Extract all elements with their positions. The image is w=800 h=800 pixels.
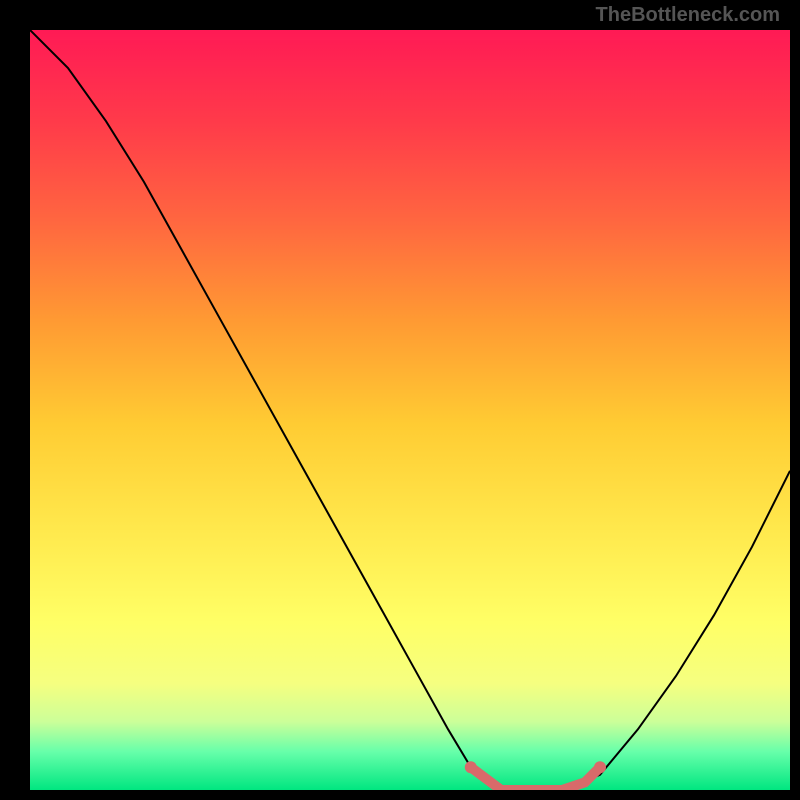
bottleneck-curve-path bbox=[30, 30, 790, 790]
chart-plot-area bbox=[30, 30, 790, 790]
chart-svg bbox=[30, 30, 790, 790]
minimum-segment-start-dot bbox=[465, 761, 477, 773]
minimum-segment-path bbox=[471, 767, 600, 790]
minimum-segment-end-dot bbox=[594, 761, 606, 773]
watermark-text: TheBottleneck.com bbox=[596, 4, 780, 27]
